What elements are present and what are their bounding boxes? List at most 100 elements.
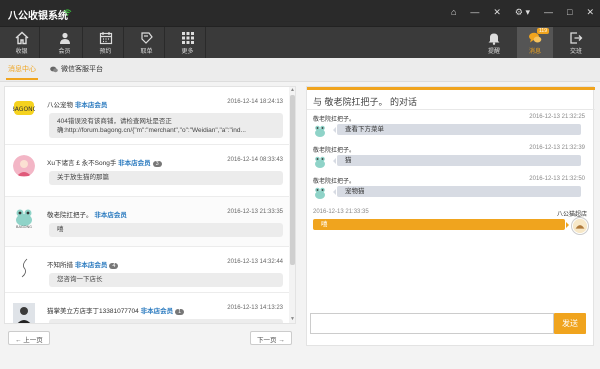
preview-line: 嘻	[57, 226, 64, 233]
wechat-icon	[50, 66, 58, 73]
tab-message-center[interactable]: 消息中心	[6, 64, 38, 80]
toolbar-more-button[interactable]: 更多	[170, 27, 206, 59]
toolbar-label: 收银	[15, 49, 28, 55]
message-time: 2016-12-13 21:33:35	[313, 209, 369, 215]
bell-icon	[488, 33, 500, 45]
frog-avatar	[315, 156, 325, 168]
sender-name: 敬老院扛把子。	[313, 117, 356, 123]
sender-name: 敬老院扛把子。	[313, 148, 356, 154]
preview-line: 确:http://forum.bagong.cn/{"m":"merchant"…	[57, 127, 246, 134]
sender-name: 敬老院扛把子。	[313, 179, 356, 185]
app-title: 八公收银系统	[8, 11, 68, 22]
list-scrollbar[interactable]: ▲ ▼	[289, 87, 295, 323]
message-preview: 您咨询一下店长	[49, 273, 283, 287]
sender-name-text: 敬老院扛把子。	[47, 212, 93, 219]
settings-menu-button[interactable]: ⚙ ▾	[515, 6, 530, 18]
toolbar-label: 消息	[528, 49, 541, 55]
maximize-button[interactable]: □	[567, 6, 572, 18]
member-tag: 非本店会员	[74, 102, 108, 109]
member-tag: 非本店会员	[74, 262, 108, 269]
message-time: 2016-12-13 21:32:25	[529, 114, 585, 120]
message-time: 2016-12-13 21:32:39	[529, 145, 585, 151]
tab-wechat-service[interactable]: 微信客服平台	[61, 64, 103, 74]
sender-name: 敬老院扛把子。 非本店会员	[47, 209, 127, 219]
message-time: 2016-12-13 14:32:44	[227, 259, 283, 265]
list-item[interactable]: BAGONG 敬老院扛把子。 非本店会员 2016-12-13 21:33:35…	[5, 197, 289, 247]
next-page-button[interactable]: 下一页 →	[250, 331, 292, 345]
toolbar-takeorder-button[interactable]: 取单	[129, 27, 165, 59]
preview-line: 您咨询一下店长	[57, 276, 103, 283]
preview-line: 关于放生猫的那篇	[57, 174, 109, 181]
home-window-button[interactable]: ⌂	[451, 6, 456, 18]
close-button[interactable]: ✕	[586, 6, 594, 18]
home-icon	[15, 31, 28, 45]
list-item[interactable]: Xu下诸言 £ 永不Song手 非本店会员 3 2016-12-14 08:33:…	[5, 145, 289, 197]
calendar-icon	[99, 32, 112, 45]
message-preview: 嘻	[49, 223, 283, 237]
sender-name-text: 不知所措	[47, 262, 73, 269]
toolbar-cashier-button[interactable]: 收银	[4, 27, 40, 59]
svg-text:BAGONG: BAGONG	[13, 106, 35, 113]
wifi-icon	[63, 9, 72, 16]
frog-avatar: BAGONG	[16, 209, 32, 229]
unread-count-badge: 4	[109, 263, 119, 269]
message-bubble: 查看下方菜单	[333, 124, 581, 135]
prev-page-button[interactable]: ← 上一页	[8, 331, 50, 345]
grid-icon	[181, 32, 194, 44]
toolbar-booking-button[interactable]: 预约	[88, 27, 124, 59]
toolbar-label: 交班	[569, 49, 582, 55]
message-time: 2016-12-14 08:33:43	[227, 157, 283, 163]
member-tag: 非本店会员	[118, 160, 151, 167]
user-avatar	[13, 155, 35, 177]
message-list: BAGONG 八公宠物 非本店会员 2016-12-14 18:24:13 40…	[4, 86, 296, 324]
shop-avatar	[571, 217, 589, 235]
message-bubble: 宠物猫	[333, 186, 581, 197]
sender-name: Xu下诸言 £ 永不Song手 非本店会员 3	[47, 157, 162, 167]
bagong-logo-avatar: BAGONG	[13, 101, 35, 115]
frog-avatar	[315, 187, 325, 199]
list-item[interactable]: BAGONG 八公宠物 非本店会员 2016-12-14 18:24:13 40…	[5, 87, 289, 145]
sender-name-text: Xu下诸言 £ 永不Song手	[47, 160, 117, 167]
message-time: 2016-12-13 21:32:50	[529, 176, 585, 182]
message-input[interactable]	[310, 313, 554, 334]
send-button[interactable]: 发送	[554, 313, 586, 334]
conversation-panel: 与 敬老院扛把子。 的对话 敬老院扛把子。 2016-12-13 21:32:2…	[306, 86, 595, 346]
toolbar-messages-button[interactable]: 119 消息	[517, 27, 553, 59]
list-item[interactable]: 猫掌美立方店李丁13381077704 非本店会员 1 2016-12-13 14…	[5, 293, 289, 323]
preview-line: 404错误没有该商铺，请检查网址是否正	[57, 118, 172, 125]
unread-count-badge: 3	[152, 161, 162, 167]
message-bubble: 嘻	[313, 219, 569, 230]
member-tag: 非本店会员	[94, 212, 127, 219]
members-icon	[59, 32, 70, 44]
sender-name: 不知所措 非本店会员 4	[47, 259, 119, 269]
user-avatar	[13, 303, 35, 323]
toolbar-members-button[interactable]: 会员	[47, 27, 83, 59]
accent-bar	[307, 87, 595, 90]
title-bar: 八公收银系统 ⌂ — ✕ ⚙ ▾ — □ ✕	[0, 0, 600, 26]
tab-bar: 消息中心 微信客服平台	[0, 58, 600, 82]
frog-avatar	[315, 125, 325, 137]
message-preview: 关于放生猫的那篇	[49, 171, 283, 185]
sender-name: 八公宠物 非本店会员	[47, 99, 107, 109]
toolbar-label: 预约	[99, 49, 112, 55]
svg-text:BAGONG: BAGONG	[16, 225, 32, 229]
message-count-badge: 119	[537, 28, 549, 34]
takeorder-icon	[140, 32, 153, 44]
message-time: 2016-12-13 14:13:23	[227, 305, 283, 311]
minimize-to-tray-button[interactable]: —	[470, 6, 479, 18]
message-time: 2016-12-13 21:33:35	[227, 209, 283, 215]
minimize-button[interactable]: —	[544, 6, 553, 18]
close-small-button[interactable]: ✕	[493, 6, 501, 18]
message-preview	[49, 319, 283, 323]
scrollbar-thumb[interactable]	[290, 95, 295, 265]
scroll-up-arrow[interactable]: ▲	[290, 87, 295, 93]
exit-icon	[570, 32, 583, 44]
toolbar-label: 提醒	[487, 49, 500, 55]
list-item[interactable]: 不知所措 非本店会员 4 2016-12-13 14:32:44 您咨询一下店长	[5, 247, 289, 293]
main-toolbar: 收银 会员 预约 取单 更多 提醒 119 消息 交班	[0, 26, 600, 59]
member-tag: 非本店会员	[140, 308, 174, 315]
toolbar-reminder-button[interactable]: 提醒	[476, 27, 512, 59]
scroll-down-arrow[interactable]: ▼	[290, 316, 295, 322]
conversation-title: 与 敬老院扛把子。 的对话	[313, 97, 418, 107]
toolbar-shift-button[interactable]: 交班	[558, 27, 594, 59]
